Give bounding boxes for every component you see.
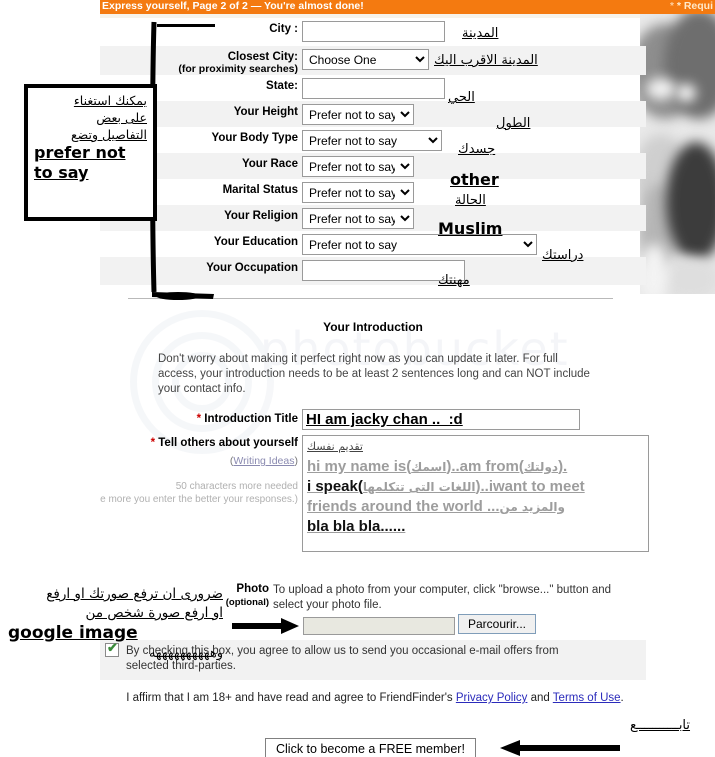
- note-line-1: يمكنك استغناء: [73, 93, 147, 108]
- introduction-description: Don't worry about making it perfect righ…: [158, 353, 590, 395]
- label-introduction-title-text: Introduction Title: [204, 413, 298, 425]
- tl3a: friends around the world ...: [307, 498, 500, 515]
- note-line-4: prefer not: [34, 143, 126, 162]
- photo-note-line-2: او ارفع صورة شخص من: [85, 605, 223, 621]
- affirm-part-2: and: [527, 692, 553, 704]
- form-row-introduction-title: * Introduction Title: [100, 409, 646, 431]
- annotation-height: الطول: [496, 116, 531, 131]
- label-tell-about-yourself: * Tell others about yourself: [100, 437, 298, 449]
- form-row-race: Your Race Prefer not to say: [100, 153, 646, 179]
- terms-of-use-link[interactable]: Terms of Use: [553, 692, 621, 704]
- race-select[interactable]: Prefer not to say: [302, 156, 414, 177]
- annotation-occupation: مهنتك: [438, 273, 470, 288]
- annotation-education: دراستك: [542, 248, 584, 263]
- privacy-policy-link[interactable]: Privacy Policy: [456, 692, 528, 704]
- tl1ar2: دولتك: [523, 460, 559, 474]
- photo-note-line-3: google image: [8, 623, 138, 643]
- required-label: * Requi: [676, 0, 713, 12]
- annotation-city: المدينة: [462, 26, 499, 41]
- photo-note-line-1: ضرورى ان ترفع صورتك او ارفع: [46, 586, 223, 602]
- photo-note-line-4: وههههههههههه: [148, 646, 223, 661]
- city-input[interactable]: [302, 21, 445, 42]
- form-row-body-type: Your Body Type Prefer not to say: [100, 127, 646, 153]
- annotation-body-type: جسدك: [458, 142, 496, 157]
- writing-ideas-link[interactable]: Writing Ideas: [233, 455, 294, 467]
- browse-button[interactable]: Parcourir...: [458, 614, 537, 634]
- form-row-religion: Your Religion Prefer not to say: [100, 205, 646, 231]
- religion-select[interactable]: Prefer not to say: [302, 208, 414, 229]
- note-line-3: التفاصيل وتضع: [70, 127, 147, 142]
- annotation-race: other: [450, 170, 499, 189]
- label-closest-city-main: Closest City:: [227, 51, 298, 63]
- required-star: *: [670, 1, 674, 12]
- tl3ar: والمزيد من: [499, 500, 565, 514]
- affirm-part-3: .: [620, 692, 624, 704]
- tl1c: ).: [558, 458, 568, 475]
- textarea-line-1: hi my name is(اسمك)..am from(دولتك).: [307, 457, 644, 477]
- prefer-not-to-say-note: يمكنك استغناء على بعض التفاصيل وتضع pref…: [24, 84, 157, 221]
- writing-ideas-row: (Writing Ideas): [100, 455, 298, 467]
- annotation-closest-city: المدينة الاقرب اليك: [434, 53, 538, 68]
- textarea-line-4: bla bla bla......: [307, 518, 406, 535]
- character-counter-hint: (The more you enter the better your resp…: [100, 494, 298, 505]
- affirm-part-1: I affirm that I am 18+ and have read and…: [126, 692, 456, 704]
- tl2b: )..iwant to meet: [475, 478, 585, 495]
- introduction-title-input[interactable]: [302, 409, 580, 430]
- textarea-content: hi my name is(اسمك)..am from(دولتك). i s…: [307, 457, 644, 536]
- label-city: City :: [269, 23, 298, 35]
- photo-upload-note: ضرورى ان ترفع صورتك او ارفع او ارفع صورة…: [8, 585, 223, 663]
- about-yourself-textarea[interactable]: تقديم نفسك hi my name is(اسمك)..am from(…: [302, 435, 649, 552]
- required-asterisk: *: [196, 413, 202, 425]
- state-input[interactable]: [302, 78, 445, 99]
- page-title: Express yourself, Page 2 of 2 — You're a…: [102, 0, 364, 12]
- label-tell-text: Tell others about yourself: [158, 437, 298, 449]
- character-counter-value: 50 characters more needed: [175, 481, 298, 492]
- label-introduction-title: * Introduction Title: [100, 413, 298, 425]
- tl2ar: اللغات التى تتكلمها: [362, 480, 476, 494]
- section-divider: [128, 298, 613, 299]
- continue-note: تابـــــــــــع: [630, 718, 691, 733]
- label-closest-city: Closest City: (for proximity searches): [100, 51, 298, 75]
- form-row-closest-city: Closest City: (for proximity searches) C…: [100, 46, 646, 75]
- form-row-height: Your Height Prefer not to say: [100, 101, 646, 127]
- marital-status-select[interactable]: Prefer not to say: [302, 182, 414, 203]
- textarea-arabic-heading: تقديم نفسك: [307, 440, 363, 453]
- label-occupation: Your Occupation: [206, 262, 298, 274]
- annotation-religion: Muslim: [438, 219, 503, 238]
- form-row-city: City :: [100, 18, 646, 46]
- become-free-member-button[interactable]: Click to become a FREE member!: [265, 738, 476, 757]
- label-closest-city-sub: (for proximity searches): [178, 63, 298, 75]
- screenshot-root: Express yourself, Page 2 of 2 — You're a…: [0, 0, 715, 757]
- tl1b: )..am from(: [446, 458, 524, 475]
- note-line-2: على بعض: [96, 110, 147, 125]
- textarea-line-3: friends around the world ...والمزيد من: [307, 497, 644, 517]
- closest-city-select[interactable]: Choose One: [302, 49, 429, 70]
- form-row-marital-status: Marital Status Prefer not to say: [100, 179, 646, 205]
- annotation-state: الحي: [448, 90, 475, 105]
- tl1ar: اسمك: [411, 460, 447, 474]
- page-header-bar: Express yourself, Page 2 of 2 — You're a…: [100, 0, 715, 14]
- photo-file-input[interactable]: [303, 617, 455, 635]
- body-type-select[interactable]: Prefer not to say: [302, 130, 442, 151]
- photo-instructions: To upload a photo from your computer, cl…: [273, 584, 612, 611]
- form-row-state: State:: [100, 75, 646, 101]
- note-line-5: to say: [34, 163, 89, 182]
- paren-close: ): [294, 455, 299, 467]
- height-select[interactable]: Prefer not to say: [302, 104, 414, 125]
- required-asterisk-2: *: [150, 437, 156, 449]
- tl1a: hi my name is(: [307, 458, 412, 475]
- textarea-line-2: i speak(اللغات التى تتكلمها)..iwant to m…: [307, 477, 644, 497]
- annotation-marital: الحالة: [455, 193, 486, 208]
- age-affirmation-text: I affirm that I am 18+ and have read and…: [120, 690, 630, 706]
- character-counter: 50 characters more needed (The more you …: [100, 480, 298, 506]
- required-note: * * Requi: [670, 0, 713, 14]
- label-education: Your Education: [213, 236, 298, 248]
- profile-form: City : Closest City: (for proximity sear…: [100, 18, 660, 285]
- introduction-heading: Your Introduction: [323, 320, 423, 334]
- tl2a: i speak(: [307, 478, 363, 495]
